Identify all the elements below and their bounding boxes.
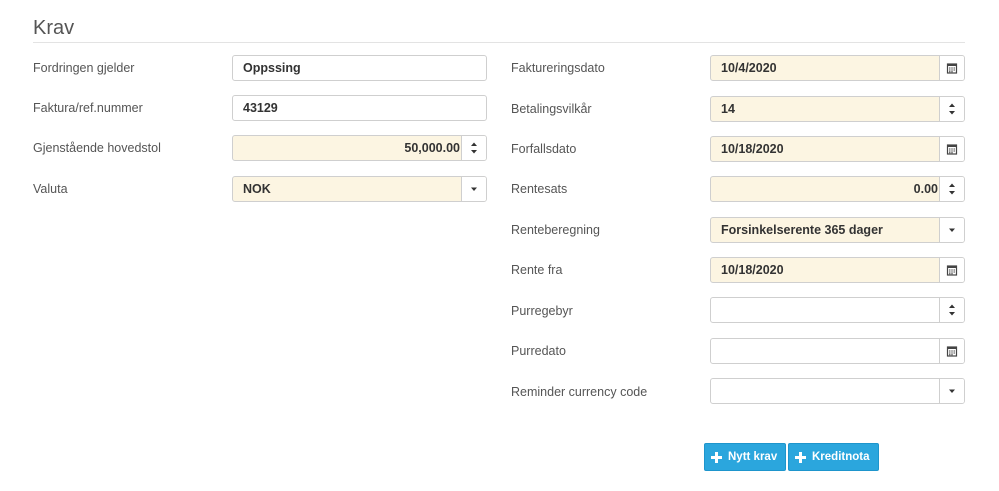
purredato-input[interactable]	[710, 338, 965, 364]
betalingsvilkar-input[interactable]: 14	[710, 96, 965, 122]
reminder-currency-code-select[interactable]	[710, 378, 965, 404]
caret-down-icon[interactable]	[939, 218, 964, 242]
label-rente-fra: Rente fra	[511, 263, 563, 277]
calendar-icon[interactable]	[939, 137, 964, 161]
credit-note-button[interactable]: Kreditnota	[788, 443, 879, 471]
label-renteberegning: Renteberegning	[511, 223, 600, 237]
forfallsdato-input[interactable]: 10/18/2020	[710, 136, 965, 162]
label-purregebyr: Purregebyr	[511, 304, 573, 318]
caret-down-icon[interactable]	[461, 177, 486, 201]
calendar-icon[interactable]	[939, 339, 964, 363]
section-title: Krav	[33, 17, 75, 39]
label-rentesats: Rentesats	[511, 182, 568, 196]
spinner-icon[interactable]	[939, 177, 964, 201]
label-forfallsdato: Forfallsdato	[511, 142, 577, 156]
rentesats-value: 0.00	[913, 182, 938, 196]
label-faktureringsdato: Faktureringsdato	[511, 61, 605, 75]
gjenstaende-hovedstol-value: 50,000.00	[404, 141, 460, 155]
fordringen-gjelder-input[interactable]: Oppssing	[232, 55, 487, 81]
plus-icon	[795, 451, 806, 463]
purregebyr-input[interactable]	[710, 297, 965, 323]
label-betalingsvilkar: Betalingsvilkår	[511, 102, 592, 116]
label-valuta: Valuta	[33, 182, 68, 196]
valuta-select[interactable]: NOK	[232, 176, 487, 202]
faktureringsdato-value: 10/4/2020	[721, 61, 777, 75]
faktura-ref-nummer-value: 43129	[243, 101, 278, 115]
renteberegning-select[interactable]: Forsinkelserente 365 dager	[710, 217, 965, 243]
section-divider	[33, 42, 965, 43]
fordringen-gjelder-value: Oppssing	[243, 61, 301, 75]
gjenstaende-hovedstol-input[interactable]: 50,000.00	[232, 135, 487, 161]
spinner-icon[interactable]	[461, 136, 486, 160]
valuta-value: NOK	[243, 182, 271, 196]
faktura-ref-nummer-input[interactable]: 43129	[232, 95, 487, 121]
rentesats-input[interactable]: 0.00	[710, 176, 965, 202]
forfallsdato-value: 10/18/2020	[721, 142, 784, 156]
faktureringsdato-input[interactable]: 10/4/2020	[710, 55, 965, 81]
new-claim-button[interactable]: Nytt krav	[704, 443, 787, 471]
renteberegning-value: Forsinkelserente 365 dager	[721, 223, 883, 237]
label-purredato: Purredato	[511, 344, 566, 358]
credit-note-label: Kreditnota	[812, 451, 870, 463]
rente-fra-value: 10/18/2020	[721, 263, 784, 277]
caret-down-icon[interactable]	[939, 379, 964, 403]
new-claim-label: Nytt krav	[728, 451, 778, 463]
spinner-icon[interactable]	[939, 298, 964, 322]
calendar-icon[interactable]	[939, 56, 964, 80]
label-faktura-ref-nummer: Faktura/ref.nummer	[33, 101, 143, 115]
label-reminder-currency-code: Reminder currency code	[511, 385, 648, 399]
betalingsvilkar-value: 14	[721, 102, 735, 116]
rente-fra-input[interactable]: 10/18/2020	[710, 257, 965, 283]
spinner-icon[interactable]	[939, 97, 964, 121]
label-fordringen-gjelder: Fordringen gjelder	[33, 61, 135, 75]
label-gjenstaende-hovedstol: Gjenstående hovedstol	[33, 141, 161, 155]
calendar-icon[interactable]	[939, 258, 964, 282]
plus-icon	[711, 451, 722, 463]
